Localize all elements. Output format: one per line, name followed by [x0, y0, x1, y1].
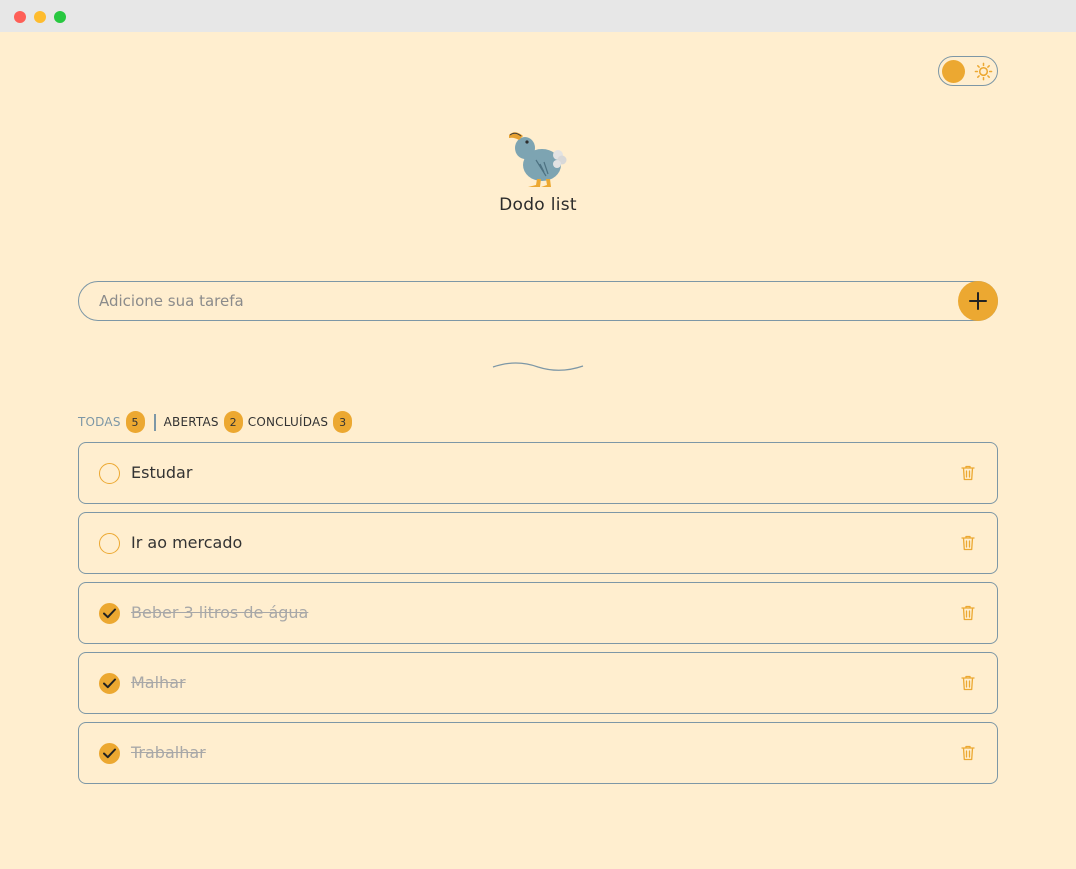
task-list: Estudar Ir ao mercado Beber 3 litros de …	[78, 442, 998, 792]
task-item: Beber 3 litros de água	[78, 582, 998, 644]
filter-separator	[153, 413, 156, 431]
dodo-bird-icon	[509, 132, 567, 187]
task-text: Ir ao mercado	[131, 533, 243, 552]
filter-completed[interactable]: CONCLUÍDAS 3	[247, 411, 353, 433]
count-badge: 5	[125, 411, 145, 433]
task-text: Estudar	[131, 463, 193, 482]
sun-icon	[974, 62, 993, 81]
filter-bar: TODAS 5 ABERTAS 2 CONCLUÍDAS 3	[78, 411, 353, 433]
task-input-container	[78, 281, 998, 321]
filter-label: CONCLUÍDAS	[247, 415, 329, 429]
checkmark-icon	[103, 608, 116, 619]
task-item: Malhar	[78, 652, 998, 714]
minimize-window-button[interactable]	[34, 11, 46, 23]
task-item: Ir ao mercado	[78, 512, 998, 574]
task-input[interactable]	[99, 282, 959, 320]
task-checkbox[interactable]	[99, 533, 120, 554]
filter-all[interactable]: TODAS 5	[78, 411, 145, 433]
wave-divider	[492, 362, 584, 371]
task-item: Trabalhar	[78, 722, 998, 784]
task-item: Estudar	[78, 442, 998, 504]
plus-icon	[969, 292, 987, 310]
task-text: Trabalhar	[131, 743, 206, 762]
maximize-window-button[interactable]	[54, 11, 66, 23]
task-checkbox[interactable]	[99, 743, 120, 764]
trash-icon[interactable]	[961, 605, 975, 621]
add-task-button[interactable]	[958, 281, 998, 321]
trash-icon[interactable]	[961, 535, 975, 551]
trash-icon[interactable]	[961, 745, 975, 761]
toggle-knob	[942, 60, 965, 83]
trash-icon[interactable]	[961, 675, 975, 691]
close-window-button[interactable]	[14, 11, 26, 23]
trash-icon[interactable]	[961, 465, 975, 481]
theme-toggle[interactable]	[938, 56, 998, 86]
filter-label: TODAS	[78, 415, 121, 429]
app-title: Dodo list	[499, 195, 577, 215]
checkmark-icon	[103, 678, 116, 689]
task-text: Malhar	[131, 673, 186, 692]
task-text: Beber 3 litros de água	[131, 603, 309, 622]
count-badge: 3	[333, 411, 353, 433]
task-checkbox[interactable]	[99, 463, 120, 484]
filter-label: ABERTAS	[163, 415, 219, 429]
checkmark-icon	[103, 748, 116, 759]
count-badge: 2	[223, 411, 243, 433]
window-titlebar	[0, 0, 1076, 32]
app-window: Dodo list TODAS 5 ABERTAS 2 CONCLUÍDAS 3…	[0, 0, 1076, 869]
filter-open[interactable]: ABERTAS 2	[164, 411, 243, 433]
task-checkbox[interactable]	[99, 603, 120, 624]
task-checkbox[interactable]	[99, 673, 120, 694]
